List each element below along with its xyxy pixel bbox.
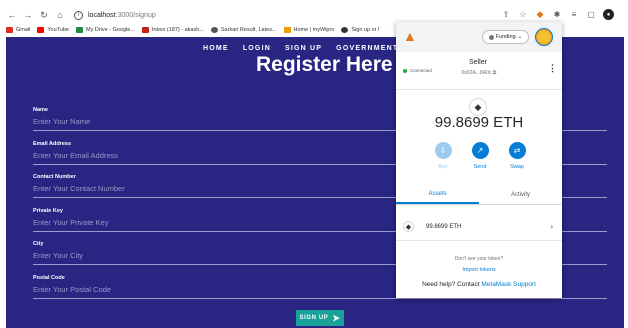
bookmark-signup[interactable]: Sign up or l [341, 27, 379, 33]
signup-button[interactable]: SIGN UP ➤ [296, 310, 344, 326]
asset-amount: 99.8699 ETH [426, 223, 462, 230]
send-arrow-icon: ➤ [332, 312, 341, 323]
metamask-fox-icon[interactable]: ▲ [403, 28, 417, 44]
bookmark-mywipro[interactable]: Home | myWipro [283, 27, 335, 33]
url-host: localhost [88, 11, 116, 19]
send-arrow-icon: ↗ [471, 142, 489, 159]
globe-icon [210, 27, 218, 33]
network-name: Funding [495, 34, 516, 40]
side-panel-icon[interactable]: ▢ [586, 10, 596, 20]
bookmark-label: Sarkari Result, Lates... [220, 27, 277, 33]
youtube-icon [37, 27, 45, 33]
connected-dot-icon [403, 68, 407, 73]
help-text: Need help? Contact MetaMask Support [396, 281, 562, 288]
connection-status-label: Connected [410, 68, 432, 73]
download-icon: ⇩ [434, 142, 452, 159]
site-navbar: HOME LOGIN SIGN UP GOVERNMENT LO [203, 45, 414, 52]
import-tokens-link[interactable]: Import tokens [396, 267, 562, 273]
help-prefix: Need help? Contact [422, 281, 480, 288]
gmail-icon [6, 27, 13, 33]
extensions-icon[interactable]: ✱ [552, 10, 562, 20]
chevron-right-icon: › [550, 222, 553, 231]
metamask-support-link[interactable]: MetaMask Support [481, 281, 536, 288]
eth-balance: 99.8699 ETH [434, 114, 524, 131]
bookmark-label: YouTube [47, 27, 69, 33]
reading-list-icon[interactable]: ≡ [569, 10, 579, 20]
account-name: Seller [469, 59, 487, 66]
avatar-identicon [538, 31, 550, 43]
wallet-tabs: Assets Activity [396, 185, 562, 205]
browser-actions: ⇪ ☆ ◆ ✱ ≡ ▢ ● [501, 9, 614, 20]
buy-button[interactable]: ⇩ Buy [430, 142, 456, 170]
bookmark-label: My Drive - Google... [86, 27, 135, 33]
swap-label: Swap [510, 164, 524, 170]
bookmark-drive[interactable]: My Drive - Google... [76, 27, 135, 33]
globe-icon [341, 27, 349, 33]
tab-activity[interactable]: Activity [479, 185, 562, 204]
reload-icon[interactable]: ↻ [38, 9, 50, 21]
network-dot-icon [488, 34, 494, 40]
tab-assets[interactable]: Assets [396, 185, 479, 204]
url-path: :3000/signup [115, 11, 156, 19]
bookmark-label: Inbox (187) - akash... [151, 27, 204, 33]
page-title: Register Here [256, 53, 393, 76]
metamask-popup: ▲ Funding ⌄ Connected Seller 0x02A...8A0… [396, 22, 562, 298]
nav-signup[interactable]: SIGN UP [285, 45, 322, 52]
browser-toolbar: ← → ↻ ⌂ i localhost:3000/signup ⇪ ☆ ◆ ✱ … [6, 7, 624, 23]
bookmark-star-icon[interactable]: ☆ [518, 10, 528, 20]
bookmark-inbox[interactable]: Inbox (187) - akash... [141, 27, 204, 33]
forward-arrow-icon[interactable]: → [22, 9, 34, 21]
bookmark-youtube[interactable]: YouTube [37, 27, 69, 33]
account-avatar[interactable] [535, 28, 553, 46]
no-token-text: Don't see your token? [454, 256, 504, 262]
site-info-icon[interactable]: i [74, 10, 83, 20]
wallet-actions: ⇩ Buy ↗ Send ⇄ Swap [430, 142, 530, 170]
gmail-icon [141, 27, 149, 33]
ethereum-icon: ◆ [403, 221, 414, 232]
home-icon[interactable]: ⌂ [54, 9, 66, 21]
send-label: Send [473, 164, 487, 170]
bookmark-sarkari[interactable]: Sarkari Result, Lates... [210, 27, 277, 33]
asset-row-eth[interactable]: ◆ 99.8699 ETH › [396, 213, 562, 241]
bookmark-label: Gmail [16, 27, 31, 33]
metamask-fox-icon[interactable]: ◆ [535, 9, 545, 20]
swap-button[interactable]: ⇄ Swap [504, 142, 530, 170]
connection-status[interactable]: Connected [403, 68, 432, 73]
screenshot-frame: ← → ↻ ⌂ i localhost:3000/signup ⇪ ☆ ◆ ✱ … [0, 0, 628, 328]
send-button[interactable]: ↗ Send [467, 142, 493, 170]
profile-avatar-icon[interactable]: ● [603, 9, 614, 20]
account-bar: Connected Seller 0x02A...8A0c ⧉ ⋮ [396, 52, 562, 90]
swap-icon: ⇄ [508, 142, 526, 159]
back-arrow-icon[interactable]: ← [6, 9, 18, 21]
account-menu-icon[interactable]: ⋮ [548, 63, 557, 74]
share-icon[interactable]: ⇪ [501, 10, 511, 20]
nav-home[interactable]: HOME [203, 45, 229, 52]
bookmark-label: Sign up or l [351, 27, 380, 33]
nav-login[interactable]: LOGIN [243, 45, 271, 52]
address-bar[interactable]: i localhost:3000/signup [74, 9, 224, 22]
account-address[interactable]: 0x02A...8A0c ⧉ [454, 70, 504, 76]
drive-icon [76, 27, 83, 33]
signup-button-label: SIGN UP [299, 315, 329, 321]
bookmark-label: Home | myWipro [293, 27, 335, 33]
bookmark-gmail[interactable]: Gmail [6, 27, 30, 33]
network-selector[interactable]: Funding ⌄ [482, 30, 529, 44]
account-address-text: 0x02A...8A0c [461, 70, 492, 76]
windows-icon [283, 27, 291, 33]
chevron-down-icon: ⌄ [517, 34, 523, 40]
buy-label: Buy [438, 164, 448, 170]
copy-icon: ⧉ [492, 70, 497, 76]
metamask-header: ▲ Funding ⌄ [396, 22, 562, 52]
